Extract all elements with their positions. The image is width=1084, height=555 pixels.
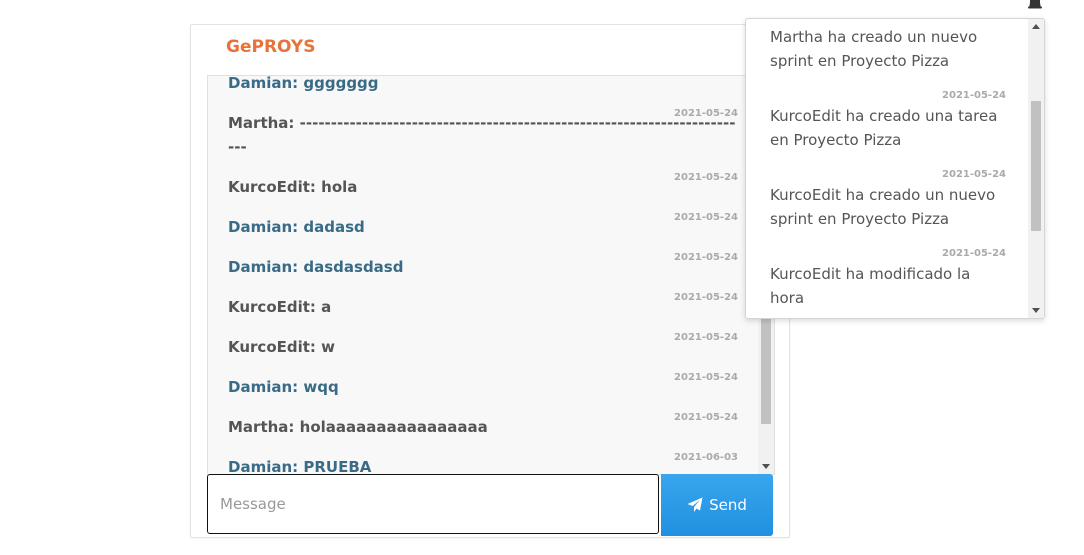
chat-message: Martha: holaaaaaaaaaaaaaaaa 2021-05-24 (208, 407, 756, 447)
chat-title: GePROYS (226, 37, 316, 57)
chat-message-text: Damian: dasdasdasd (228, 258, 404, 276)
paper-plane-icon (687, 497, 703, 512)
notifications-dropdown[interactable]: 2021-05-24 Martha ha creado un nuevo spri… (745, 18, 1045, 319)
send-button[interactable]: Send (661, 474, 773, 536)
notification-item[interactable]: 2021-05-24 KurcoEdit ha creado un nuevo s… (746, 166, 1026, 245)
message-scrollbar-thumb[interactable] (761, 319, 771, 424)
chat-message: Damian: dadasd 2021-05-24 (208, 207, 756, 247)
notification-item[interactable]: 2021-05-24 KurcoEdit ha modificado la hor… (746, 245, 1026, 318)
chat-message-text: KurcoEdit: w (228, 338, 336, 356)
chat-message-time: 2021-05-24 (674, 332, 738, 343)
chat-message: Damian: dasdasdasd 2021-05-24 (208, 247, 756, 287)
notification-item[interactable]: 2021-05-24 Martha ha creado un nuevo spri… (746, 19, 1026, 87)
chat-message: Damian: PRUEBA 2021-06-03 (208, 447, 756, 475)
chat-message-time: 2021-06-03 (674, 452, 738, 463)
chat-panel: GePROYS Damian: ggggggg 2021-05-23 Martha:… (190, 24, 790, 538)
chat-message-time: 2021-05-24 (674, 412, 738, 423)
notification-time: 2021-05-24 (942, 248, 1006, 259)
chat-message-time: 2021-05-24 (674, 292, 738, 303)
notification-text: Martha ha creado un nuevo sprint en Proy… (770, 28, 978, 70)
chat-message-text: KurcoEdit: a (228, 298, 332, 316)
notification-text: KurcoEdit ha creado un nuevo sprint en P… (770, 186, 996, 228)
send-button-label: Send (709, 496, 747, 514)
chat-message-text: Martha: --------------------------------… (228, 114, 736, 156)
notification-time: 2021-05-24 (942, 169, 1006, 180)
notification-text: KurcoEdit ha creado una tarea en Proyect… (770, 107, 998, 149)
chat-message-time: 2021-05-24 (674, 172, 738, 183)
notification-items: 2021-05-24 Martha ha creado un nuevo spri… (746, 19, 1026, 318)
chat-message-time: 2021-05-24 (674, 108, 738, 119)
chat-message: Damian: ggggggg 2021-05-23 (208, 75, 756, 103)
chat-message-text: Damian: wqq (228, 378, 339, 396)
message-list[interactable]: Damian: ggggggg 2021-05-23 Martha: -------… (207, 75, 775, 475)
chat-message: Martha: --------------------------------… (208, 103, 756, 167)
message-items: Damian: ggggggg 2021-05-23 Martha: -------… (208, 75, 756, 475)
chat-message-text: Damian: ggggggg (228, 75, 379, 92)
chat-message-time: 2021-05-23 (674, 76, 738, 79)
chat-message-text: Damian: dadasd (228, 218, 365, 236)
notifications-scrollbar-thumb[interactable] (1031, 101, 1041, 231)
chat-message: KurcoEdit: a 2021-05-24 (208, 287, 756, 327)
chat-message-time: 2021-05-24 (674, 212, 738, 223)
chat-message-time: 2021-05-24 (674, 252, 738, 263)
chat-message: KurcoEdit: hola 2021-05-24 (208, 167, 756, 207)
notifications-scrollbar[interactable] (1028, 19, 1044, 318)
scroll-down-arrow-icon[interactable] (1032, 308, 1040, 313)
scroll-down-arrow-icon[interactable] (762, 464, 770, 469)
chat-message-text: Martha: holaaaaaaaaaaaaaaaa (228, 418, 488, 436)
scroll-up-arrow-icon[interactable] (1032, 24, 1040, 29)
notification-time: 2021-05-24 (942, 90, 1006, 101)
notification-text: KurcoEdit ha modificado la hora (770, 265, 971, 307)
chat-message: KurcoEdit: w 2021-05-24 (208, 327, 756, 367)
chat-message-time: 2021-05-24 (674, 372, 738, 383)
chat-message-text: KurcoEdit: hola (228, 178, 358, 196)
notification-time: 2021-05-24 (770, 19, 1006, 25)
chat-message: Damian: wqq 2021-05-24 (208, 367, 756, 407)
chat-message-text: Damian: PRUEBA (228, 458, 372, 475)
bell-icon[interactable] (1025, 0, 1045, 10)
notification-item[interactable]: 2021-05-24 KurcoEdit ha creado una tarea … (746, 87, 1026, 166)
message-input[interactable] (207, 474, 659, 534)
